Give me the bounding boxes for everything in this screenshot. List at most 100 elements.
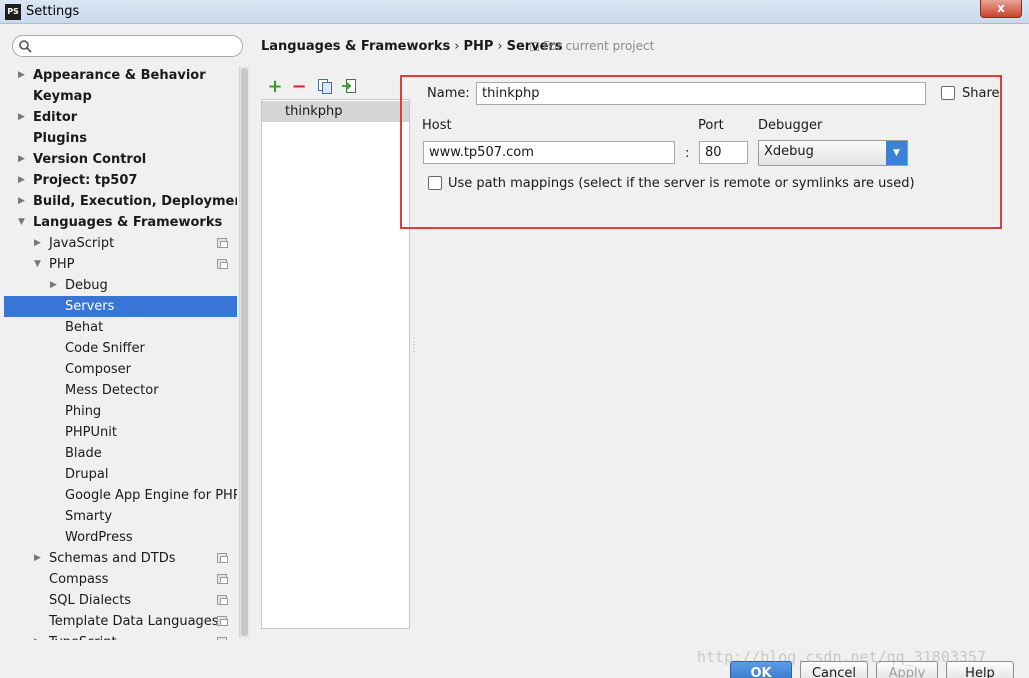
search-icon (19, 40, 32, 53)
import-server-button[interactable] (340, 78, 358, 96)
breadcrumb-separator: › (497, 39, 503, 54)
tree-item-label: Servers (65, 299, 115, 314)
tree-item-label: Build, Execution, Deployment (33, 194, 237, 209)
breadcrumb-languages: Languages & Frameworks (261, 39, 451, 54)
tree-item[interactable]: Behat (4, 317, 237, 338)
project-scope-icon (530, 42, 539, 51)
import-icon (342, 79, 356, 93)
tree-item[interactable]: ▼ Languages & Frameworks (4, 212, 237, 233)
add-server-button[interactable]: + (266, 78, 284, 96)
tree-item[interactable]: ▶ Build, Execution, Deployment (4, 191, 237, 212)
project-scope-icon (217, 637, 227, 640)
tree-item[interactable]: Servers (4, 296, 237, 317)
tree-item[interactable]: Google App Engine for PHP (4, 485, 237, 506)
collapsed-arrow-icon[interactable]: ▶ (34, 233, 44, 254)
settings-search[interactable] (12, 35, 243, 57)
tree-item[interactable]: Drupal (4, 464, 237, 485)
remove-server-button[interactable]: − (290, 78, 308, 96)
project-scope-icon (217, 616, 228, 626)
collapsed-arrow-icon[interactable]: ▶ (34, 632, 44, 640)
tree-item-label: Schemas and DTDs (49, 551, 176, 566)
tree-item[interactable]: Phing (4, 401, 237, 422)
tree-item-label: Appearance & Behavior (33, 68, 206, 83)
tree-item[interactable]: ▶ Appearance & Behavior (4, 65, 237, 86)
tree-item[interactable]: WordPress (4, 527, 237, 548)
project-scope-icon (217, 238, 228, 248)
tree-item[interactable]: ▶ Project: tp507 (4, 170, 237, 191)
tree-item[interactable]: Plugins (4, 128, 237, 149)
path-mappings-checkbox[interactable] (428, 176, 442, 190)
tree-item-label: TypeScript (49, 632, 117, 640)
tree-item[interactable]: SQL Dialects (4, 590, 237, 611)
tree-item-label: Drupal (65, 467, 109, 482)
name-field[interactable]: thinkphp (476, 82, 926, 105)
tree-item[interactable]: ▶ TypeScript (4, 632, 237, 640)
shared-checkbox[interactable] (941, 86, 955, 100)
search-input[interactable] (37, 38, 237, 54)
tree-scrollbar[interactable] (239, 66, 249, 638)
tree-item-label: JavaScript (49, 236, 115, 251)
expanded-arrow-icon[interactable]: ▼ (18, 212, 28, 233)
tree-item[interactable]: ▶ JavaScript (4, 233, 237, 254)
port-label: Port (698, 118, 724, 133)
collapsed-arrow-icon[interactable]: ▶ (34, 548, 44, 569)
expanded-arrow-icon[interactable]: ▼ (34, 254, 44, 275)
host-field[interactable]: www.tp507.com (423, 141, 675, 164)
tree-item[interactable]: Smarty (4, 506, 237, 527)
shared-label: Shared (962, 86, 1001, 101)
watermark: http://blog.csdn.net/qq_31803357 (697, 648, 986, 666)
tree-item[interactable]: ▼ PHP (4, 254, 237, 275)
tree-item-label: Project: tp507 (33, 173, 138, 188)
close-button[interactable]: x (980, 0, 1022, 18)
tree-item-label: Version Control (33, 152, 147, 167)
breadcrumb-separator: › (454, 39, 460, 54)
chevron-down-icon[interactable]: ▼ (886, 141, 907, 165)
collapsed-arrow-icon[interactable]: ▶ (50, 275, 60, 296)
collapsed-arrow-icon[interactable]: ▶ (18, 149, 28, 170)
tree-item[interactable]: Keymap (4, 86, 237, 107)
port-field[interactable]: 80 (699, 141, 748, 164)
tree-item[interactable]: ▶ Version Control (4, 149, 237, 170)
tree-item[interactable]: PHPUnit (4, 422, 237, 443)
tree-item-label: PHPUnit (65, 425, 117, 440)
debugger-selected-value: Xdebug (764, 144, 814, 159)
tree-item[interactable]: ▶ Editor (4, 107, 237, 128)
host-label: Host (422, 118, 452, 133)
tree-item[interactable]: Blade (4, 443, 237, 464)
phpstorm-app-icon: PS (5, 4, 21, 20)
collapsed-arrow-icon[interactable]: ▶ (18, 170, 28, 191)
settings-tree: ▶ Appearance & Behavior Keymap ▶ Editor Plugi… (4, 65, 237, 640)
tree-item-label: Keymap (33, 89, 92, 104)
project-scope-note: For current project (530, 39, 654, 53)
tree-item-label: Debug (65, 278, 108, 293)
tree-item[interactable]: Composer (4, 359, 237, 380)
server-list: thinkphp (261, 99, 410, 629)
tree-item[interactable]: Mess Detector (4, 380, 237, 401)
tree-scrollbar-thumb[interactable] (241, 68, 248, 636)
breadcrumb-php: PHP (463, 39, 494, 54)
collapsed-arrow-icon[interactable]: ▶ (18, 191, 28, 212)
copy-server-button[interactable] (316, 78, 334, 96)
tree-item[interactable]: ▶ Schemas and DTDs (4, 548, 237, 569)
splitter-handle[interactable]: ⋮ ⋮ (409, 338, 419, 358)
name-label: Name: (427, 86, 470, 101)
tree-item-label: Google App Engine for PHP (65, 488, 237, 503)
collapsed-arrow-icon[interactable]: ▶ (18, 65, 28, 86)
tree-item[interactable]: Compass (4, 569, 237, 590)
path-mappings-label: Use path mappings (select if the server … (448, 176, 915, 191)
tree-item-label: Editor (33, 110, 78, 125)
tree-item-label: WordPress (65, 530, 133, 545)
tree-item-label: Blade (65, 446, 102, 461)
tree-item[interactable]: ▶ Debug (4, 275, 237, 296)
tree-item-label: Plugins (33, 131, 87, 146)
server-list-item[interactable]: thinkphp (262, 101, 409, 122)
tree-item[interactable]: Template Data Languages (4, 611, 237, 632)
project-scope-icon (217, 553, 228, 563)
project-scope-label: For current project (543, 39, 655, 53)
collapsed-arrow-icon[interactable]: ▶ (18, 107, 28, 128)
tree-item[interactable]: Code Sniffer (4, 338, 237, 359)
debugger-select[interactable]: Xdebug ▼ (758, 140, 908, 166)
host-port-separator: : (685, 146, 690, 161)
tree-item-label: Phing (65, 404, 102, 419)
breadcrumb: Languages & Frameworks › PHP › Servers (261, 39, 563, 54)
